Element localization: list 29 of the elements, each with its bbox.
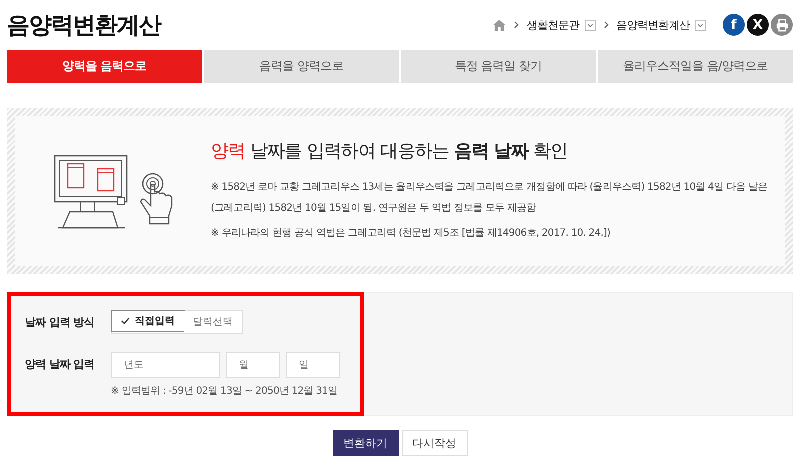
x-button[interactable]: X (747, 14, 769, 36)
field-label: 날짜 입력 방식 (25, 314, 96, 330)
chevron-icon (604, 21, 608, 29)
tab[interactable]: 양력을 음력으로 (7, 50, 202, 83)
convert-button[interactable]: 변환하기 (332, 430, 398, 456)
dropdown-icon[interactable] (584, 20, 596, 30)
method-toggle[interactable]: 직접입력 (111, 310, 185, 332)
check-icon (121, 317, 130, 325)
info-heading: 양력 날짜를 입력하여 대응하는 음력 날짜 확인 (211, 140, 569, 162)
tab[interactable]: 율리우스적일을 음/양력으로 (598, 50, 793, 83)
tab[interactable]: 특정 음력일 찾기 (401, 50, 596, 83)
dropdown-icon[interactable] (695, 20, 706, 30)
date-input-field[interactable]: 월 (226, 352, 280, 378)
chevron-icon (514, 21, 519, 29)
print-button[interactable] (771, 14, 793, 36)
date-input-field[interactable]: 일 (286, 352, 340, 378)
tab[interactable]: 음력을 양력으로 (204, 50, 399, 83)
date-input-field[interactable]: 년도 (111, 352, 220, 378)
info-note: ※ 1582년 로마 교황 그레고리우스 13세는 율리우스력을 그레고리력으로 개정함에 따라 (율리우스력) 1582년 10월 4일 다음 날은 (그레고리력) 1582년 10월 15일이 됨. 연구원은 두 역법 정보를 모두 제공함 (211, 180, 769, 216)
facebook-button[interactable]: f (723, 14, 745, 36)
info-note: ※ 우리나라의 현행 공식 역법은 그레고리력 (천문법 제5조 [법률 제14906호, 2017. 10. 24.]) (211, 226, 612, 240)
field-label: 양력 날짜 입력 (25, 357, 96, 373)
page-title: 음양력변환계산 (7, 12, 161, 40)
range-note: ※ 입력범위 : -59년 02월 13일 ~ 2050년 12월 31일 (111, 385, 339, 398)
reset-button[interactable]: 다시작성 (402, 430, 468, 456)
breadcrumb-link[interactable]: 음양력변환계산 (616, 18, 690, 32)
home-icon[interactable] (493, 20, 506, 30)
printer-icon (776, 18, 788, 32)
breadcrumb-link[interactable]: 생활천문관 (527, 18, 580, 32)
